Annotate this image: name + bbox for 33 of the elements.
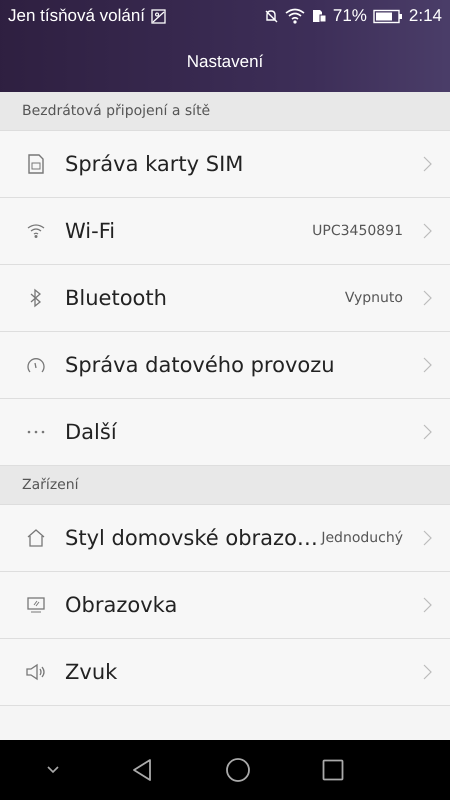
chevron-icon	[423, 424, 432, 440]
mute-icon	[262, 8, 279, 24]
image-icon	[151, 8, 166, 24]
monitor-icon	[26, 596, 46, 614]
battery-percent: 71%	[332, 6, 367, 26]
chevron-icon	[423, 597, 432, 613]
recents-icon[interactable]	[322, 759, 344, 781]
home-icon[interactable]	[224, 757, 251, 783]
chevron-icon	[423, 156, 432, 172]
wifi-icon	[26, 223, 46, 239]
sim-icon	[310, 8, 327, 24]
collapse-icon[interactable]	[46, 766, 60, 774]
sim-card-icon	[26, 154, 44, 174]
house-icon	[26, 528, 46, 548]
item-value: Jednoduchý	[321, 530, 403, 546]
chevron-icon	[423, 530, 432, 546]
clock: 2:14	[408, 6, 442, 26]
screen-title: Nastavení	[186, 52, 264, 72]
speaker-icon	[24, 663, 46, 681]
chevron-icon	[423, 223, 432, 239]
gauge-icon	[26, 356, 46, 374]
item-value: UPC3450891	[312, 223, 403, 239]
chevron-icon	[423, 290, 432, 306]
battery-icon	[372, 8, 403, 24]
carrier-text: Jen tísňová volání	[8, 6, 146, 26]
back-icon[interactable]	[131, 758, 154, 782]
chevron-icon	[423, 664, 432, 680]
more-icon	[26, 430, 44, 434]
section-header: Zařízení	[0, 466, 450, 505]
chevron-icon	[423, 357, 432, 373]
section-header: Bezdrátová připojení a sítě	[0, 92, 450, 131]
item-value: Vypnuto	[344, 290, 403, 306]
wifi-icon	[284, 8, 305, 24]
